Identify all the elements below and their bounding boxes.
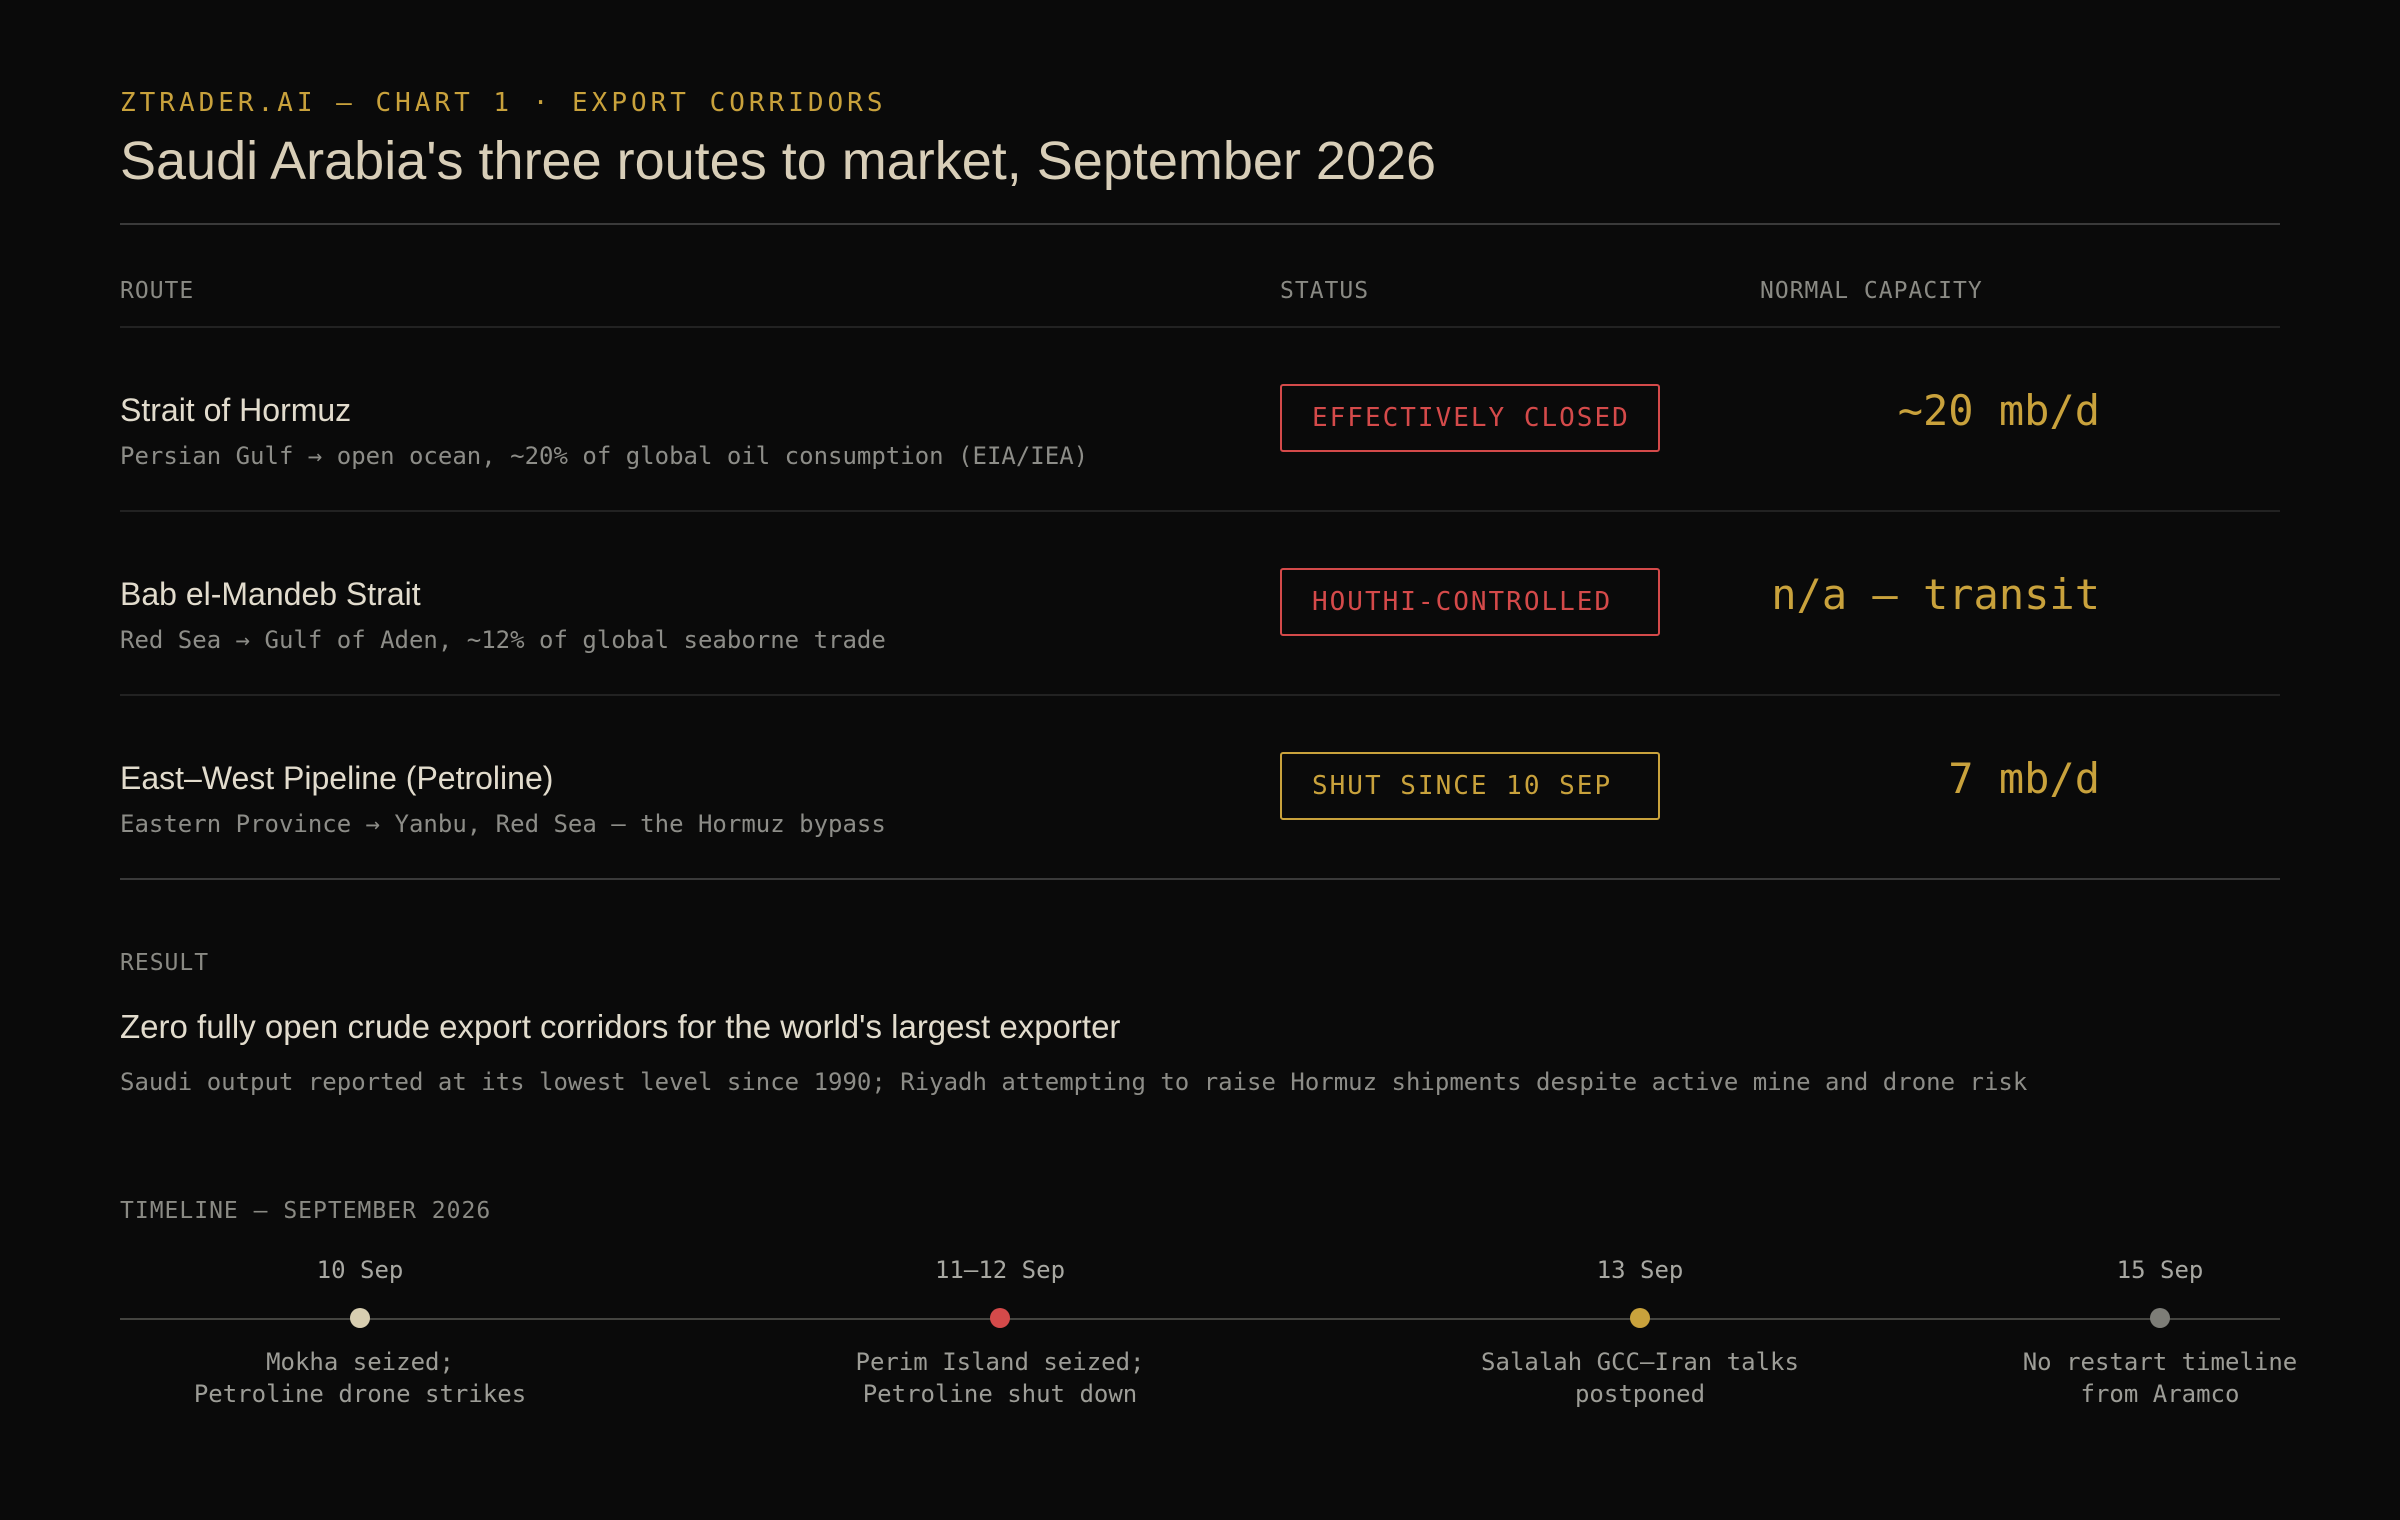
route-row-petroline: East–West Pipeline (Petroline) Eastern P… xyxy=(120,696,2280,878)
event-dot xyxy=(990,1308,1010,1328)
route-description: Eastern Province → Yanbu, Red Sea — the … xyxy=(120,810,886,838)
route-row-hormuz: Strait of Hormuz Persian Gulf → open oce… xyxy=(120,328,2280,510)
event-dot xyxy=(2150,1308,2170,1328)
event-date: 10 Sep xyxy=(316,1256,404,1284)
timeline-label: TIMELINE — SEPTEMBER 2026 xyxy=(120,1198,492,1224)
column-header-route: ROUTE xyxy=(120,278,195,304)
page-title: Saudi Arabia's three routes to market, S… xyxy=(120,131,1437,191)
event-description: Perim Island seized; Petroline shut down xyxy=(790,1346,1210,1410)
route-description: Red Sea → Gulf of Aden, ~12% of global s… xyxy=(120,626,886,654)
event-line: Mokha seized; xyxy=(266,1348,454,1376)
event-line: from Aramco xyxy=(2080,1380,2240,1408)
event-dot xyxy=(1630,1308,1650,1328)
result-headline: Zero fully open crude export corridors f… xyxy=(120,1008,1121,1045)
status-badge: SHUT SINCE 10 SEP xyxy=(1280,752,1660,820)
result-label: RESULT xyxy=(120,950,210,976)
event-description: Salalah GCC–Iran talks postponed xyxy=(1430,1346,1850,1410)
event-line: Petroline shut down xyxy=(862,1380,1138,1408)
route-name: Strait of Hormuz xyxy=(120,392,352,428)
event-line: Salalah GCC–Iran talks xyxy=(1481,1348,1799,1376)
result-detail: Saudi output reported at its lowest leve… xyxy=(120,1068,2028,1096)
event-date: 13 Sep xyxy=(1596,1256,1684,1284)
event-line: Perim Island seized; xyxy=(855,1348,1145,1376)
eyebrow-label: ZTRADER.AI — CHART 1 · EXPORT CORRIDORS xyxy=(120,88,887,118)
column-header-capacity: NORMAL CAPACITY xyxy=(1760,278,1983,304)
event-dot xyxy=(350,1308,370,1328)
capacity-value: 7 mb/d xyxy=(1948,754,2100,803)
route-description: Persian Gulf → open ocean, ~20% of globa… xyxy=(120,442,1089,470)
route-name: East–West Pipeline (Petroline) xyxy=(120,760,554,796)
event-line: Petroline drone strikes xyxy=(193,1380,527,1408)
table-bottom-divider xyxy=(120,878,2280,880)
event-line: postponed xyxy=(1574,1380,1706,1408)
event-line: No restart timeline xyxy=(2022,1348,2298,1376)
event-date: 15 Sep xyxy=(2116,1256,2204,1284)
capacity-value: n/a — transit xyxy=(1771,570,2100,619)
timeline-axis xyxy=(120,1318,2280,1320)
route-name: Bab el-Mandeb Strait xyxy=(120,576,421,612)
event-description: No restart timeline from Aramco xyxy=(1950,1346,2370,1410)
column-header-status: STATUS xyxy=(1280,278,1370,304)
title-divider xyxy=(120,223,2280,225)
status-badge: HOUTHI-CONTROLLED xyxy=(1280,568,1660,636)
route-row-bab-el-mandeb: Bab el-Mandeb Strait Red Sea → Gulf of A… xyxy=(120,512,2280,694)
status-badge: EFFECTIVELY CLOSED xyxy=(1280,384,1660,452)
event-date: 11–12 Sep xyxy=(934,1256,1066,1284)
event-description: Mokha seized; Petroline drone strikes xyxy=(150,1346,570,1410)
chart-page: ZTRADER.AI — CHART 1 · EXPORT CORRIDORS … xyxy=(0,0,2400,1520)
capacity-value: ~20 mb/d xyxy=(1897,386,2100,435)
